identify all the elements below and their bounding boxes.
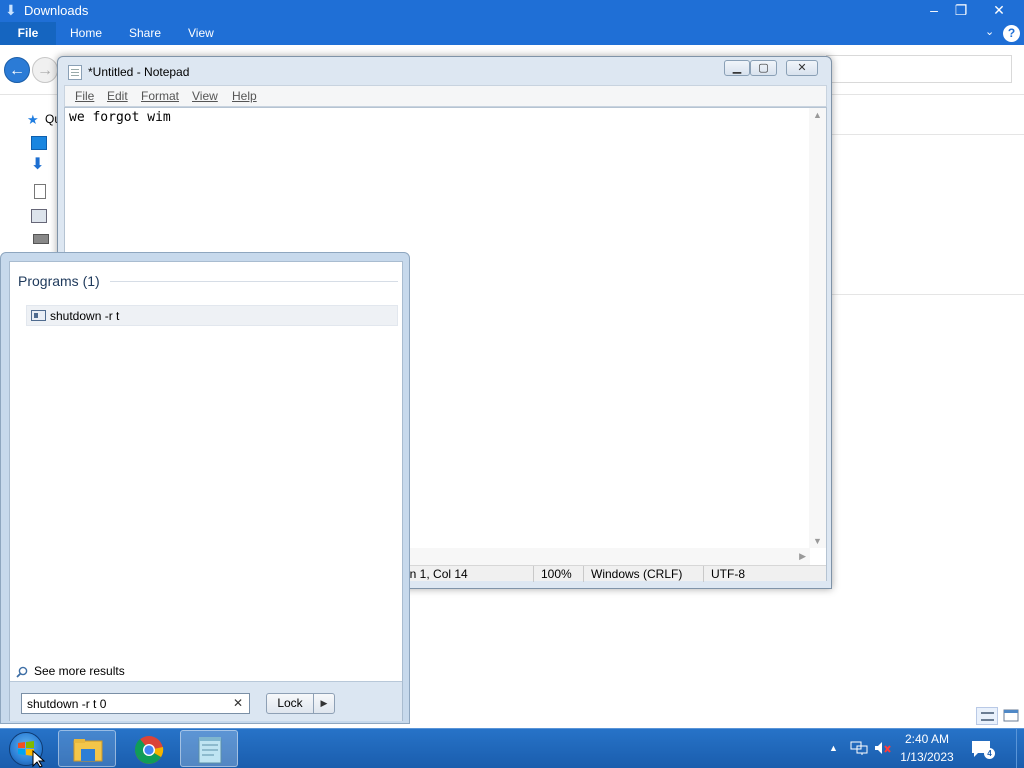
menu-format-label: Format [141,89,180,103]
address-bar[interactable] [826,55,1012,83]
section-divider [110,281,398,282]
mouse-cursor-icon [32,750,46,768]
status-line-ending: Windows (CRLF) [591,567,683,581]
taskbar-notepad-button[interactable] [180,730,238,767]
clock-time[interactable]: 2:40 AM [896,732,958,746]
menu-edit[interactable]: Edit [107,89,128,103]
start-menu-results-pane: Programs (1) shutdown -r t See more resu… [9,261,403,721]
start-search-input[interactable]: shutdown -r t 0 ✕ [21,693,250,714]
menu-edit-label: Edit [107,89,128,103]
documents-icon[interactable] [34,184,46,199]
file-list-divider [830,294,1024,295]
drive-icon[interactable] [33,234,49,244]
downloads-icon[interactable]: ⬇ [31,157,47,173]
notepad-text[interactable]: we forgot wim [69,110,171,125]
scroll-right-arrow-icon[interactable]: ▶ [799,551,806,562]
status-separator [583,566,584,582]
menu-format[interactable]: Format [141,89,179,103]
large-icons-view-icon [1003,709,1019,722]
scroll-up-arrow-icon[interactable]: ▲ [813,110,822,120]
notepad-minimize-button[interactable]: ▁ [724,60,750,76]
menu-file[interactable]: File [75,89,94,103]
status-separator [533,566,534,582]
menu-help-label: Help [232,89,257,103]
status-zoom: 100% [541,567,572,581]
download-icon: ⬇ [5,2,17,18]
status-separator [703,566,704,582]
explorer-minimize-button[interactable]: – [920,0,948,22]
ribbon-tab-share[interactable]: Share [129,26,161,40]
ribbon-tab-file[interactable]: File [0,22,56,45]
start-search-value: shutdown -r t 0 [27,697,107,711]
taskbar-file-explorer-button[interactable] [58,730,116,767]
desktop-icon[interactable] [31,136,47,150]
explorer-ribbon: File Home Share View ⌄ ? [0,22,1024,45]
show-desktop-button[interactable] [1016,729,1024,768]
taskbar-chrome-button[interactable] [119,730,177,767]
start-menu: Programs (1) shutdown -r t See more resu… [0,252,410,724]
clock-date[interactable]: 1/13/2023 [896,750,958,764]
forward-button[interactable]: → [32,57,58,83]
clear-search-icon[interactable]: ✕ [233,696,243,710]
folder-icon [73,739,103,762]
notepad-maximize-button[interactable]: ▢ [750,60,777,76]
notepad-title: *Untitled - Notepad [88,65,190,79]
network-icon[interactable] [850,741,868,755]
vertical-scrollbar[interactable]: ▲ ▼ [809,108,826,548]
explorer-title: Downloads [24,3,89,18]
notepad-app-icon [198,737,222,764]
start-menu-bottom-bar: shutdown -r t 0 ✕ Lock ▶ [10,681,402,721]
volume-muted-icon[interactable] [874,741,892,755]
notepad-icon [68,65,82,80]
details-view-button[interactable] [976,707,998,725]
chrome-icon [134,736,164,764]
show-hidden-icons-icon[interactable]: ▲ [829,743,838,753]
notification-count-badge: 4 [984,748,995,759]
file-list-header [830,115,1024,135]
search-icon [16,666,28,678]
menu-file-label: File [75,89,95,103]
lock-button[interactable]: Lock [266,693,314,714]
status-cursor-position: Ln 1, Col 14 [403,567,468,581]
scroll-down-arrow-icon[interactable]: ▼ [813,536,822,546]
back-button[interactable]: ← [4,57,30,83]
explorer-close-button[interactable]: ✕ [985,0,1013,22]
menu-help[interactable]: Help [232,89,257,103]
program-result-label: shutdown -r t [50,309,120,323]
ribbon-tab-view[interactable]: View [188,26,214,40]
ribbon-expand-icon[interactable]: ⌄ [985,25,994,38]
explorer-maximize-button[interactable]: ❐ [947,0,975,22]
pictures-icon[interactable] [31,209,47,223]
program-result-item[interactable]: shutdown -r t [26,305,398,326]
program-window-icon [31,310,46,321]
menu-view-label: View [192,89,218,103]
status-encoding: UTF-8 [711,567,745,581]
see-more-results-link[interactable]: See more results [34,664,125,678]
details-view-icon [981,712,994,721]
programs-section-title: Programs (1) [18,273,100,289]
power-options-arrow-icon[interactable]: ▶ [313,693,335,714]
quick-access-star-icon[interactable]: ★ [27,112,39,128]
taskbar: ▲ 2:40 AM 1/13/2023 4 [0,728,1024,768]
menu-view[interactable]: View [192,89,218,103]
explorer-titlebar[interactable]: ⬇ Downloads – ❐ ✕ [0,0,1024,22]
large-icons-view-button[interactable] [1000,707,1022,725]
notepad-menubar: File Edit Format View Help [64,85,827,107]
ribbon-tab-home[interactable]: Home [70,26,102,40]
notepad-close-button[interactable]: ✕ [786,60,818,76]
help-icon[interactable]: ? [1003,25,1020,42]
